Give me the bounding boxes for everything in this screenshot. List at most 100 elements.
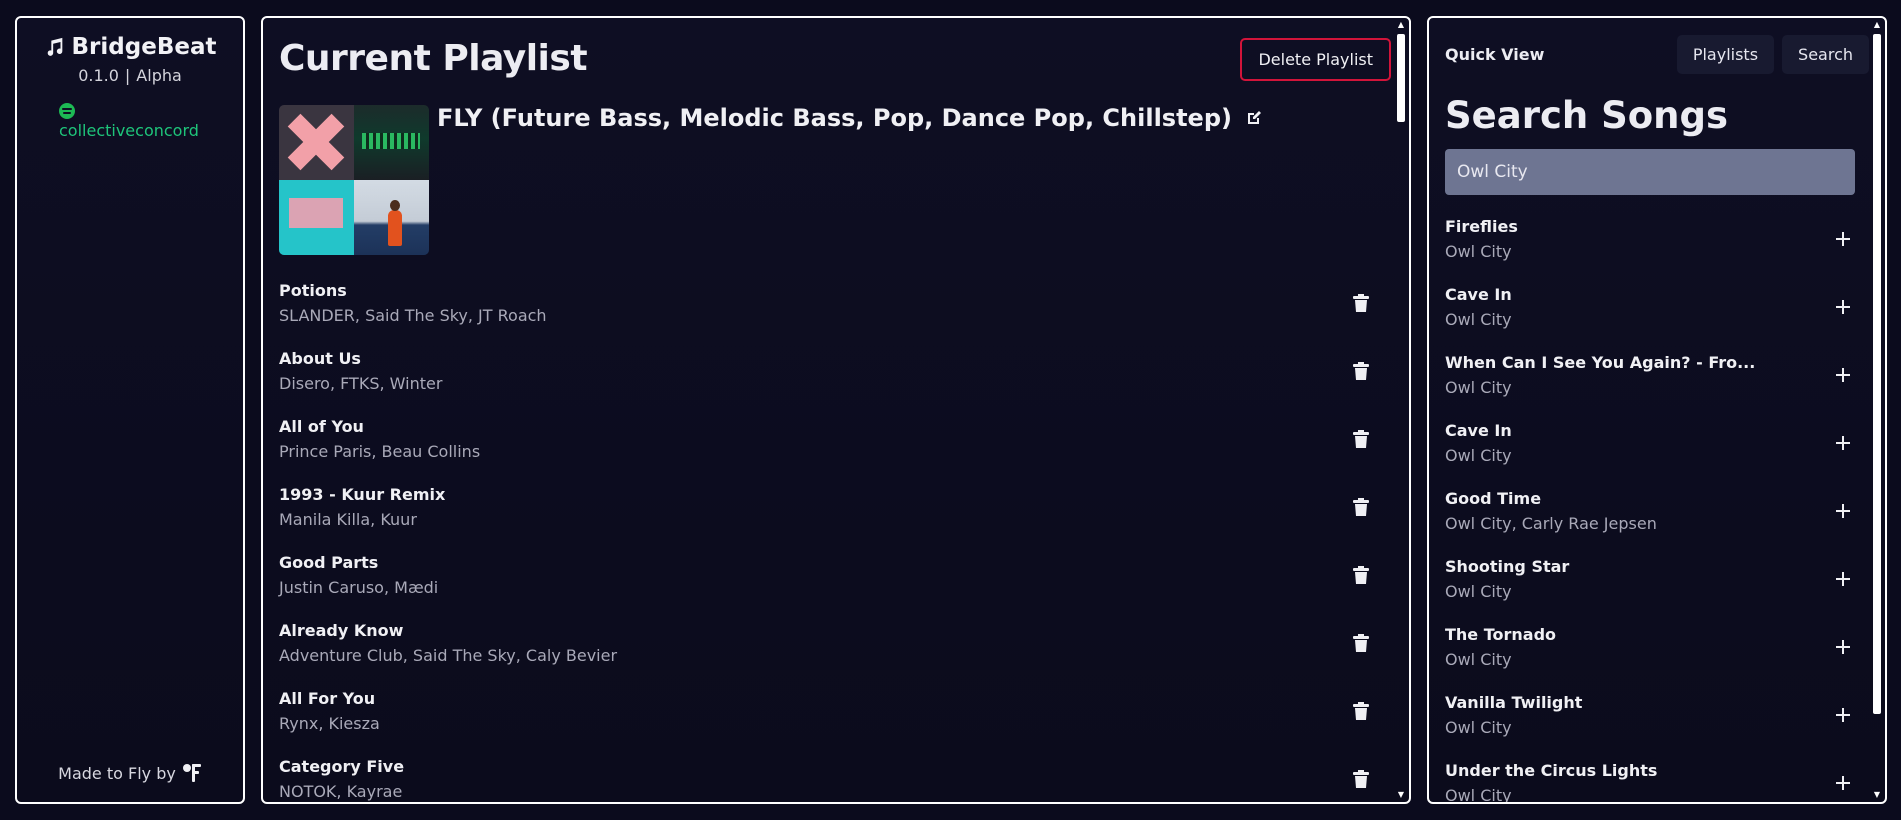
add-icon[interactable] — [1835, 503, 1851, 519]
spotify-account[interactable]: collectiveconcord — [59, 103, 243, 140]
add-icon[interactable] — [1835, 707, 1851, 723]
trash-icon[interactable] — [1353, 294, 1369, 312]
search-result-row[interactable]: Cave In Owl City — [1445, 409, 1855, 477]
search-result-row[interactable]: Under the Circus Lights Owl City — [1445, 749, 1855, 802]
current-playlist-panel: Current Playlist FLY (Future Bass, Melod… — [261, 16, 1411, 804]
cover-art-2 — [354, 105, 429, 180]
version-number: 0.1.0 — [78, 66, 119, 85]
search-results: Fireflies Owl City Cave In Owl City When… — [1445, 205, 1855, 802]
search-result-row[interactable]: Fireflies Owl City — [1445, 205, 1855, 273]
playlist-name: FLY (Future Bass, Melodic Bass, Pop, Dan… — [437, 104, 1232, 132]
search-result-row[interactable]: Good Time Owl City, Carly Rae Jepsen — [1445, 477, 1855, 545]
song-artist: Disero, FTKS, Winter — [279, 374, 443, 393]
result-title: Shooting Star — [1445, 557, 1570, 576]
playlist-name-row: FLY (Future Bass, Melodic Bass, Pop, Dan… — [437, 104, 1262, 132]
result-title: When Can I See You Again? - Fro... — [1445, 353, 1756, 372]
song-artist: Adventure Club, Said The Sky, Caly Bevie… — [279, 646, 618, 665]
result-title: Good Time — [1445, 489, 1542, 508]
trash-icon[interactable] — [1353, 566, 1369, 584]
add-icon[interactable] — [1835, 571, 1851, 587]
trash-icon[interactable] — [1353, 770, 1369, 788]
cover-art-3 — [279, 180, 354, 255]
result-text: Cave In Owl City — [1445, 285, 1835, 329]
song-title: Already Know — [279, 621, 404, 640]
quick-view-scrollbar-thumb[interactable] — [1873, 34, 1881, 714]
music-note-icon — [47, 37, 62, 56]
song-text: Category Five NOTOK, Kayrae — [279, 757, 1353, 801]
search-result-row[interactable]: Cave In Owl City — [1445, 273, 1855, 341]
add-icon[interactable] — [1835, 435, 1851, 451]
sidebar: BridgeBeat 0.1.0 | Alpha collectiveconcord… — [15, 16, 245, 804]
result-text: Shooting Star Owl City — [1445, 557, 1835, 601]
spotify-username[interactable]: collectiveconcord — [59, 121, 243, 140]
cover-art-1 — [279, 105, 354, 180]
search-result-row[interactable]: When Can I See You Again? - Fro... Owl C… — [1445, 341, 1855, 409]
edit-icon[interactable] — [1246, 110, 1262, 126]
trash-icon[interactable] — [1353, 362, 1369, 380]
search-button[interactable]: Search — [1782, 34, 1869, 74]
add-icon[interactable] — [1835, 367, 1851, 383]
song-title: All For You — [279, 689, 376, 708]
song-title: About Us — [279, 349, 361, 368]
result-artist: Owl City, Carly Rae Jepsen — [1445, 514, 1657, 533]
maker-logo-icon[interactable] — [182, 762, 202, 784]
scroll-up-icon[interactable]: ▲ — [1395, 20, 1407, 30]
result-title: Fireflies — [1445, 217, 1518, 236]
song-row[interactable]: Good Parts Justin Caruso, Mædi — [279, 541, 1377, 609]
search-result-row[interactable]: The Tornado Owl City — [1445, 613, 1855, 681]
add-icon[interactable] — [1835, 299, 1851, 315]
playlist-scroll-area[interactable]: Current Playlist FLY (Future Bass, Melod… — [263, 18, 1395, 802]
add-icon[interactable] — [1835, 231, 1851, 247]
delete-playlist-button[interactable]: Delete Playlist — [1240, 38, 1391, 81]
result-title: Under the Circus Lights — [1445, 761, 1658, 780]
quick-view-label: Quick View — [1445, 44, 1545, 64]
song-row[interactable]: 1993 - Kuur Remix Manila Killa, Kuur — [279, 473, 1377, 541]
scroll-up-icon[interactable]: ▲ — [1871, 20, 1883, 30]
song-artist: Justin Caruso, Mædi — [279, 578, 439, 597]
song-row[interactable]: All For You Rynx, Kiesza — [279, 677, 1377, 745]
search-result-row[interactable]: Vanilla Twilight Owl City — [1445, 681, 1855, 749]
playlist-header: FLY (Future Bass, Melodic Bass, Pop, Dan… — [279, 104, 1395, 255]
result-text: Good Time Owl City, Carly Rae Jepsen — [1445, 489, 1835, 533]
quick-view-scrollbar[interactable]: ▲ ▼ — [1871, 20, 1883, 800]
result-text: Vanilla Twilight Owl City — [1445, 693, 1835, 737]
brand: BridgeBeat — [17, 34, 243, 60]
song-row[interactable]: Potions SLANDER, Said The Sky, JT Roach — [279, 269, 1377, 337]
trash-icon[interactable] — [1353, 634, 1369, 652]
song-artist: Rynx, Kiesza — [279, 714, 380, 733]
trash-icon[interactable] — [1353, 430, 1369, 448]
search-result-row[interactable]: Shooting Star Owl City — [1445, 545, 1855, 613]
song-title: Potions — [279, 281, 347, 300]
song-row[interactable]: About Us Disero, FTKS, Winter — [279, 337, 1377, 405]
song-title: All of You — [279, 417, 364, 436]
result-artist: Owl City — [1445, 310, 1512, 329]
song-artist: NOTOK, Kayrae — [279, 782, 403, 801]
add-icon[interactable] — [1835, 775, 1851, 791]
result-artist: Owl City — [1445, 446, 1512, 465]
search-input[interactable] — [1445, 149, 1855, 195]
song-text: Good Parts Justin Caruso, Mædi — [279, 553, 1353, 597]
add-icon[interactable] — [1835, 639, 1851, 655]
scroll-down-icon[interactable]: ▼ — [1395, 790, 1407, 800]
trash-icon[interactable] — [1353, 702, 1369, 720]
result-artist: Owl City — [1445, 650, 1512, 669]
song-list: Potions SLANDER, Said The Sky, JT Roach … — [279, 269, 1395, 802]
song-text: About Us Disero, FTKS, Winter — [279, 349, 1353, 393]
main-scrollbar-thumb[interactable] — [1397, 34, 1405, 122]
trash-icon[interactable] — [1353, 498, 1369, 516]
song-title: 1993 - Kuur Remix — [279, 485, 446, 504]
song-text: Potions SLANDER, Said The Sky, JT Roach — [279, 281, 1353, 325]
playlists-button[interactable]: Playlists — [1676, 34, 1775, 74]
quick-view-scroll-area[interactable]: Quick View Playlists Search Search Songs… — [1429, 18, 1869, 802]
song-row[interactable]: Category Five NOTOK, Kayrae — [279, 745, 1377, 802]
song-row[interactable]: Already Know Adventure Club, Said The Sk… — [279, 609, 1377, 677]
result-text: Under the Circus Lights Owl City — [1445, 761, 1835, 802]
song-text: All For You Rynx, Kiesza — [279, 689, 1353, 733]
result-artist: Owl City — [1445, 718, 1512, 737]
scroll-down-icon[interactable]: ▼ — [1871, 790, 1883, 800]
result-text: When Can I See You Again? - Fro... Owl C… — [1445, 353, 1835, 397]
app-name: BridgeBeat — [71, 34, 217, 60]
song-row[interactable]: All of You Prince Paris, Beau Collins — [279, 405, 1377, 473]
main-scrollbar[interactable]: ▲ ▼ — [1395, 20, 1407, 800]
result-title: Cave In — [1445, 285, 1512, 304]
